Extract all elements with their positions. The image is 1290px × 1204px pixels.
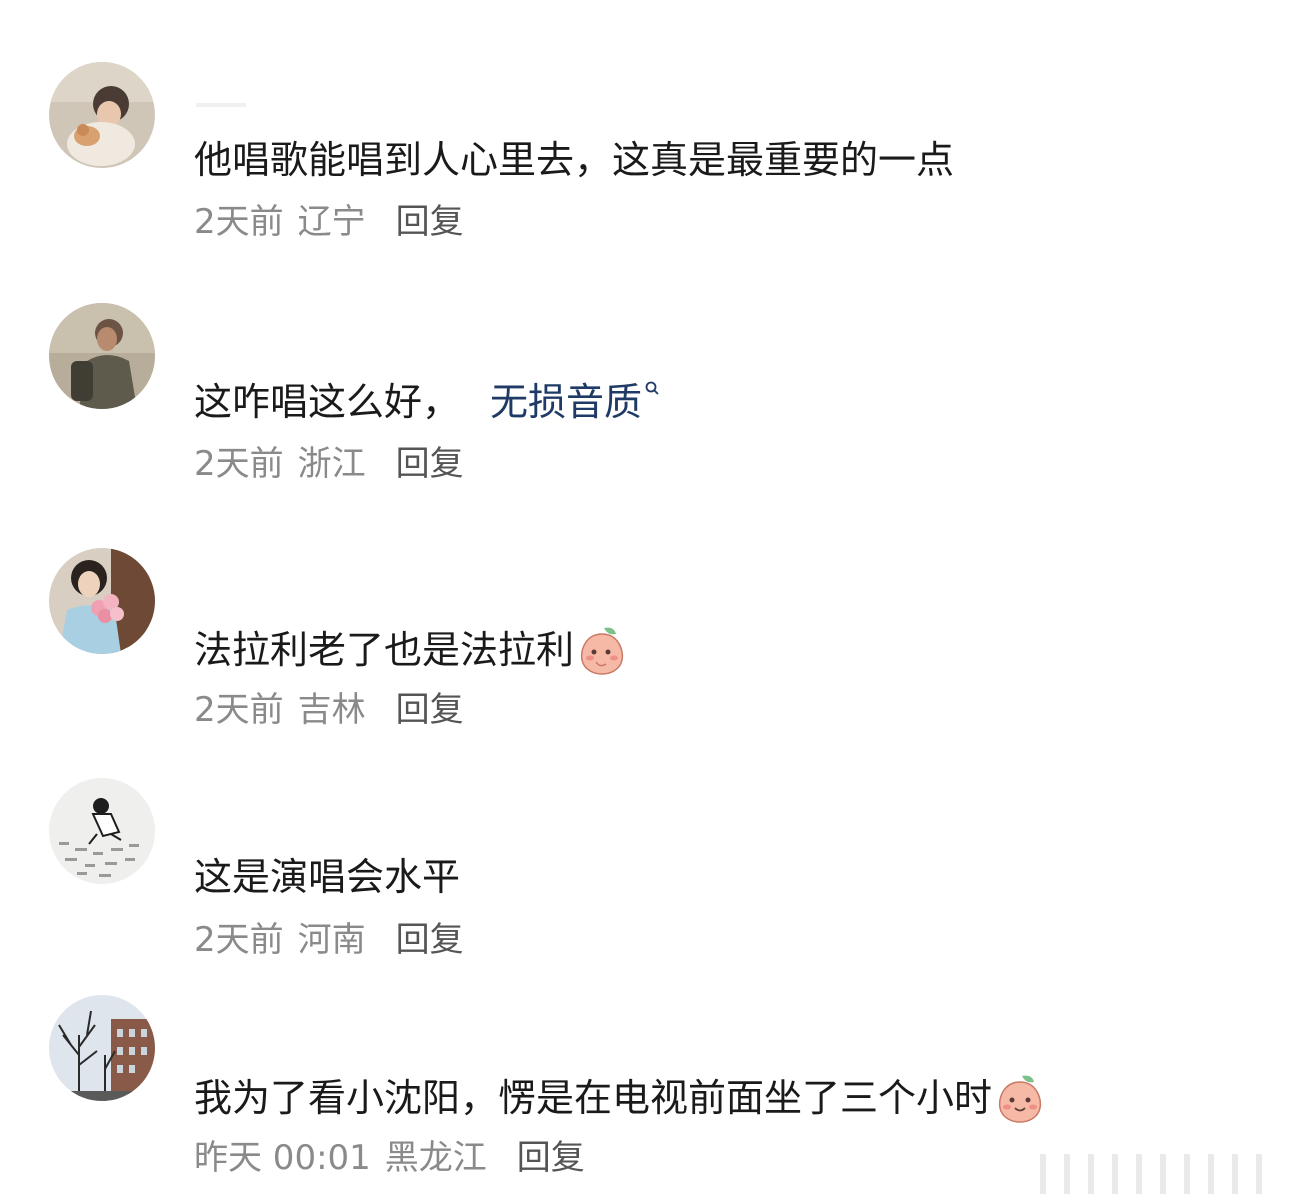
comment-body: 他唱歌能唱到人心里去，这真是最重要的一点: [194, 138, 955, 182]
comment-text: 法拉利老了也是法拉利: [194, 624, 628, 676]
peach-shy-emoji-icon: [580, 627, 624, 675]
comment-location: 吉林: [297, 690, 366, 730]
comment-meta: 昨天 00:01 黑龙江 回复: [194, 1138, 585, 1178]
reply-button[interactable]: 回复: [396, 202, 464, 242]
avatar-man-with-backpack-icon: [49, 303, 155, 409]
avatar[interactable]: [49, 995, 155, 1101]
comment-meta: 2天前 辽宁 回复: [194, 202, 464, 242]
reply-button[interactable]: 回复: [396, 444, 464, 484]
comment-body: 我为了看小沈阳，愣是在电视前面坐了三个小时: [194, 1076, 993, 1120]
comment-body: 法拉利老了也是法拉利: [194, 628, 575, 672]
comment-body: 这是演唱会水平: [194, 855, 461, 899]
comment-time: 2天前: [194, 202, 284, 242]
comment-time: 2天前: [194, 920, 284, 960]
reply-button[interactable]: 回复: [517, 1138, 585, 1178]
comment-location: 辽宁: [297, 202, 366, 242]
comment-meta: 2天前 吉林 回复: [194, 690, 464, 730]
avatar[interactable]: [49, 303, 155, 409]
reply-button[interactable]: 回复: [396, 690, 464, 730]
comment-meta: 2天前 河南 回复: [194, 920, 464, 960]
comment-location: 黑龙江: [384, 1138, 487, 1178]
avatar-sketch-boy-icon: [49, 778, 155, 884]
avatar-woman-with-flowers-icon: [49, 548, 155, 654]
avatar[interactable]: [49, 778, 155, 884]
comment-body: 这咋唱这么好，: [194, 380, 461, 424]
reply-button[interactable]: 回复: [396, 920, 464, 960]
comment-meta: 2天前 浙江 回复: [194, 444, 464, 484]
comment-location: 河南: [297, 920, 366, 960]
avatar[interactable]: [49, 548, 155, 654]
search-icon: [645, 381, 659, 395]
comment-text: 这咋唱这么好， 无损音质: [194, 380, 660, 424]
comment-time: 2天前: [194, 444, 284, 484]
watermark-strip: [1040, 1154, 1280, 1194]
comment-text: 这是演唱会水平: [194, 855, 460, 899]
username-placeholder: [196, 103, 246, 107]
search-topic-link[interactable]: 无损音质: [490, 380, 642, 424]
comment-time: 2天前: [194, 690, 284, 730]
avatar-trees-building-icon: [49, 995, 155, 1101]
comment-location: 浙江: [297, 444, 366, 484]
avatar-woman-with-cat-icon: [49, 62, 155, 168]
comment-text: 我为了看小沈阳，愣是在电视前面坐了三个小时: [194, 1072, 1046, 1124]
comment-text: 他唱歌能唱到人心里去，这真是最重要的一点: [194, 138, 954, 182]
peach-smile-emoji-icon: [998, 1075, 1042, 1123]
avatar[interactable]: [49, 62, 155, 168]
comment-time: 昨天 00:01: [194, 1138, 371, 1178]
